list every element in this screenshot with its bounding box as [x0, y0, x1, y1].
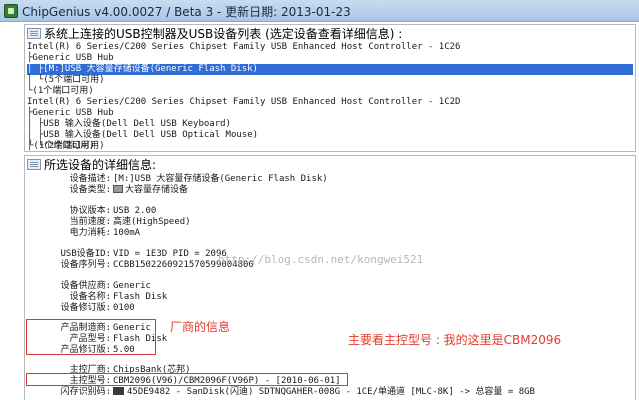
details-icon — [27, 159, 41, 170]
tree-item-flash-disk-selected[interactable]: │ ├[M:]USB 大容量存储设备(Generic Flash Disk) — [27, 64, 633, 75]
tree-item-generic-hub-2[interactable]: ├Generic USB Hub — [27, 108, 114, 119]
tree-item-keyboard[interactable]: │ ├USB 输入设备(Dell Dell USB Keyboard) — [27, 119, 231, 130]
detail-row-device-type: 设备类型: 大容量存储设备 — [69, 185, 189, 195]
tree-item-generic-hub-1[interactable]: ├Generic USB Hub — [27, 53, 114, 64]
window-title-bar[interactable]: ChipGenius v4.00.0027 / Beta 3 - 更新日期: 2… — [0, 0, 639, 22]
tree-item-ports-available-1b[interactable]: └(1个端口可用) — [28, 141, 95, 152]
window-title: ChipGenius v4.00.0027 / Beta 3 - 更新日期: 2… — [22, 5, 351, 19]
flash-chip-icon — [113, 387, 124, 395]
detail-row-flash-id: 闪存识别码: 45DE9482 - SanDisk(闪迪) SDTNQGAHER… — [60, 387, 535, 397]
storage-drive-icon — [113, 185, 123, 193]
tree-item-ports-available-5[interactable]: │ └(5个端口可用) — [27, 75, 105, 86]
vendor-info-highlight-box — [26, 319, 156, 355]
detail-row-power-consumption: 电力消耗: 100mA — [69, 228, 141, 238]
tree-item-controller-1c26[interactable]: Intel(R) 6 Series/C200 Series Chipset Fa… — [27, 42, 460, 53]
tree-item-ports-available-1a[interactable]: └(1个端口可用) — [27, 86, 94, 97]
watermark-url: http://blog.csdn.net/kongwei521 — [218, 253, 424, 266]
controller-model-annotation: 主要看主控型号 : 我的这里是CBM2096 — [348, 333, 562, 347]
device-list-header-text: 系统上连接的USB控制器及USB设备列表 (选定设备查看详细信息) : — [44, 27, 403, 41]
tree-item-controller-1c2d[interactable]: Intel(R) 6 Series/C200 Series Chipset Fa… — [27, 97, 460, 108]
tree-item-mouse[interactable]: │ ├USB 输入设备(Dell Dell USB Optical Mouse) — [27, 130, 258, 141]
details-header-text: 所选设备的详细信息: — [44, 158, 157, 172]
controller-model-highlight-box — [26, 373, 348, 386]
details-panel: 所选设备的详细信息: 设备描述: [M:]USB 大容量存储设备(Generic… — [24, 155, 636, 400]
device-list-panel: 系统上连接的USB控制器及USB设备列表 (选定设备查看详细信息) : Inte… — [24, 24, 636, 152]
device-list-header: 系统上连接的USB控制器及USB设备列表 (选定设备查看详细信息) : — [27, 25, 635, 41]
list-icon — [27, 28, 41, 39]
detail-row-device-revision: 设备修订版: 0100 — [60, 303, 135, 313]
details-header: 所选设备的详细信息: — [27, 156, 635, 172]
app-chip-icon — [4, 4, 18, 18]
vendor-info-annotation: 厂商的信息 — [170, 320, 231, 334]
